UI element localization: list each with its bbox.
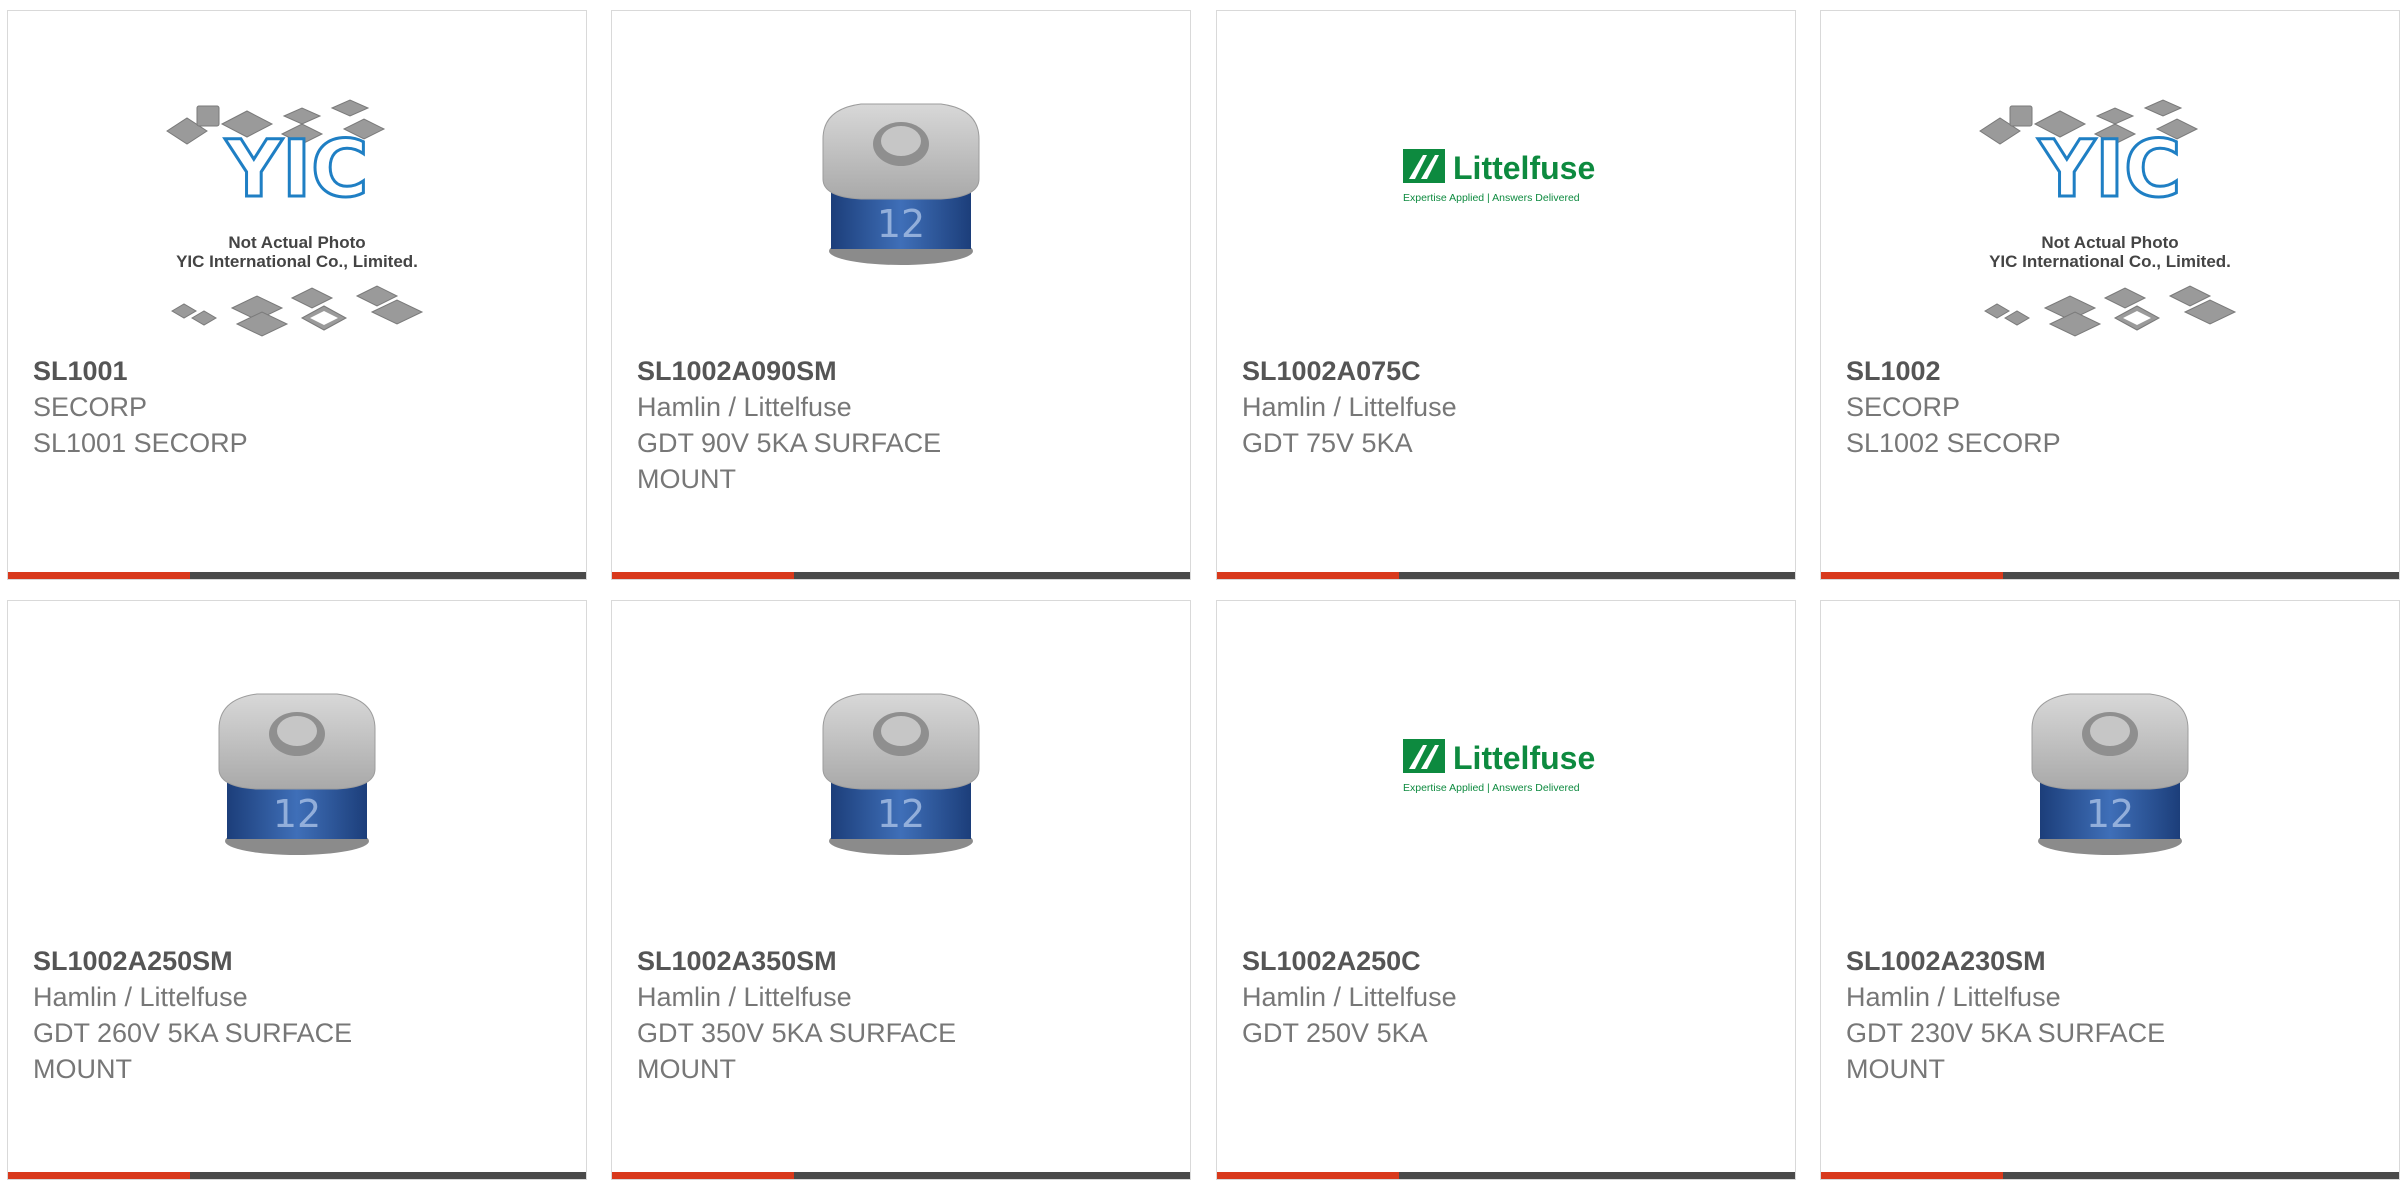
card-accent-bar [8, 1172, 190, 1179]
manufacturer-name: Hamlin / Littelfuse [1242, 982, 1457, 1012]
product-card[interactable]: 12 SL1002A090SM Hamlin / Littelfuse GDT 90… [611, 10, 1191, 580]
card-bottom-bar [612, 572, 1190, 579]
product-info: SL1002A350SM Hamlin / Littelfuse GDT 350V … [637, 943, 1170, 1087]
product-description: GDT 230V 5KA SURFACE MOUNT [1846, 1018, 2166, 1084]
card-bottom-bar [8, 1172, 586, 1179]
product-card[interactable]: YIC Not Actual Photo YIC International C… [1820, 10, 2400, 580]
product-info: SL1002A250C Hamlin / Littelfuse GDT 250V 5… [1242, 943, 1775, 1051]
product-info: SL1002A090SM Hamlin / Littelfuse GDT 90V 5… [637, 353, 1170, 497]
manufacturer-logo[interactable]: Littelfuse Expertise Applied | Answers D… [1217, 143, 1795, 213]
product-description: GDT 90V 5KA SURFACE MOUNT [637, 428, 942, 494]
littelfuse-logo-graphic: Littelfuse Expertise Applied | Answers D… [1403, 739, 1595, 794]
part-number[interactable]: SL1002A230SM [1846, 943, 2379, 979]
gdt-graphic: 12 [822, 693, 980, 855]
product-image-placeholder[interactable]: YIC Not Actual Photo YIC International C… [8, 96, 586, 356]
product-info: SL1001 SECORP SL1001 SECORP [33, 353, 566, 461]
gdt-graphic: 12 [2031, 693, 2189, 855]
card-bottom-bar [1821, 572, 2399, 579]
card-bottom-bar [1217, 572, 1795, 579]
manufacturer-name: Hamlin / Littelfuse [1846, 982, 2061, 1012]
card-accent-bar [1821, 572, 2003, 579]
manufacturer-name: Hamlin / Littelfuse [637, 392, 852, 422]
card-bottom-bar [1217, 1172, 1795, 1179]
placeholder-graphic: YIC Not Actual Photo YIC International C… [166, 99, 424, 337]
svg-text:Expertise Applied | Answers De: Expertise Applied | Answers Delivered [1403, 192, 1580, 204]
product-image[interactable]: 12 [8, 669, 586, 869]
svg-text:Not Actual Photo: Not Actual Photo [2041, 233, 2178, 252]
product-card[interactable]: YIC Not Actual Photo YIC International C… [7, 10, 587, 580]
svg-text:Not Actual Photo: Not Actual Photo [228, 233, 365, 252]
card-accent-bar [8, 572, 190, 579]
card-accent-bar [612, 1172, 794, 1179]
littelfuse-logo-graphic: Littelfuse Expertise Applied | Answers D… [1403, 149, 1595, 204]
product-image[interactable]: 12 [612, 669, 1190, 869]
svg-text:12: 12 [273, 792, 321, 836]
product-info: SL1002 SECORP SL1002 SECORP [1846, 353, 2379, 461]
manufacturer-name: Hamlin / Littelfuse [33, 982, 248, 1012]
part-number[interactable]: SL1002A350SM [637, 943, 1170, 979]
svg-text:YIC: YIC [2038, 125, 2182, 215]
gdt-graphic: 12 [218, 693, 376, 855]
card-accent-bar [1217, 572, 1399, 579]
card-accent-bar [1821, 1172, 2003, 1179]
product-card[interactable]: 12 SL1002A230SM Hamlin / Littelfuse GDT 23… [1820, 600, 2400, 1180]
svg-text:12: 12 [2086, 792, 2134, 836]
product-description: GDT 350V 5KA SURFACE MOUNT [637, 1018, 957, 1084]
svg-text:YIC: YIC [225, 125, 369, 215]
product-card[interactable]: 12 SL1002A250SM Hamlin / Littelfuse GDT 26… [7, 600, 587, 1180]
svg-text:Expertise Applied | Answers De: Expertise Applied | Answers Delivered [1403, 782, 1580, 794]
card-accent-bar [1217, 1172, 1399, 1179]
product-card[interactable]: 12 SL1002A350SM Hamlin / Littelfuse GDT 35… [611, 600, 1191, 1180]
part-number[interactable]: SL1002A250C [1242, 943, 1775, 979]
part-number[interactable]: SL1002A075C [1242, 353, 1775, 389]
product-image-placeholder[interactable]: YIC Not Actual Photo YIC International C… [1821, 96, 2399, 356]
svg-text:YIC International Co., Limited: YIC International Co., Limited. [176, 252, 418, 271]
product-image[interactable]: 12 [1821, 669, 2399, 869]
product-description: SL1002 SECORP [1846, 428, 2061, 458]
product-info: SL1002A230SM Hamlin / Littelfuse GDT 230V … [1846, 943, 2379, 1087]
manufacturer-name: Hamlin / Littelfuse [637, 982, 852, 1012]
svg-text:Littelfuse: Littelfuse [1453, 150, 1595, 186]
product-description: GDT 250V 5KA [1242, 1018, 1428, 1048]
product-description: GDT 260V 5KA SURFACE MOUNT [33, 1018, 353, 1084]
manufacturer-name: Hamlin / Littelfuse [1242, 392, 1457, 422]
svg-text:12: 12 [877, 202, 925, 246]
product-description: GDT 75V 5KA [1242, 428, 1413, 458]
product-card[interactable]: Littelfuse Expertise Applied | Answers D… [1216, 10, 1796, 580]
placeholder-graphic: YIC Not Actual Photo YIC International C… [1979, 99, 2237, 337]
manufacturer-name: SECORP [33, 392, 148, 422]
part-number[interactable]: SL1002A090SM [637, 353, 1170, 389]
manufacturer-logo[interactable]: Littelfuse Expertise Applied | Answers D… [1217, 733, 1795, 803]
product-info: SL1002A250SM Hamlin / Littelfuse GDT 260V … [33, 943, 566, 1087]
svg-text:12: 12 [877, 792, 925, 836]
product-info: SL1002A075C Hamlin / Littelfuse GDT 75V 5K… [1242, 353, 1775, 461]
part-number[interactable]: SL1002A250SM [33, 943, 566, 979]
svg-text:Littelfuse: Littelfuse [1453, 740, 1595, 776]
product-image[interactable]: 12 [612, 79, 1190, 279]
card-bottom-bar [612, 1172, 1190, 1179]
gdt-graphic: 12 [822, 103, 980, 265]
part-number[interactable]: SL1001 [33, 353, 566, 389]
product-description: SL1001 SECORP [33, 428, 248, 458]
card-accent-bar [612, 572, 794, 579]
svg-text:YIC International Co., Limited: YIC International Co., Limited. [1989, 252, 2231, 271]
card-bottom-bar [1821, 1172, 2399, 1179]
card-bottom-bar [8, 572, 586, 579]
product-card[interactable]: Littelfuse Expertise Applied | Answers D… [1216, 600, 1796, 1180]
part-number[interactable]: SL1002 [1846, 353, 2379, 389]
manufacturer-name: SECORP [1846, 392, 1961, 422]
